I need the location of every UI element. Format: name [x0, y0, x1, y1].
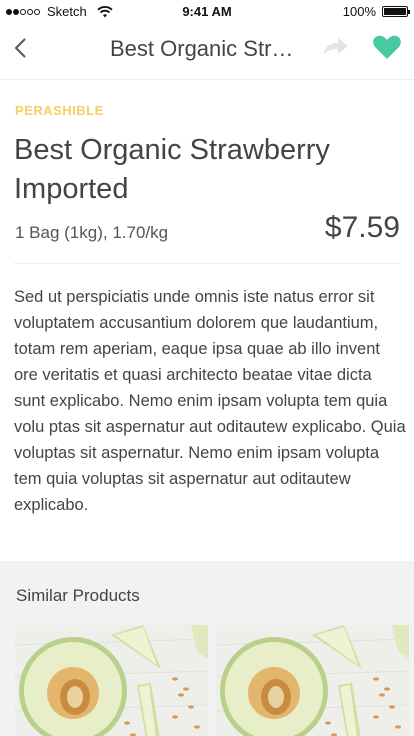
share-arrow-icon[interactable] — [320, 35, 350, 59]
product-description: Sed ut perspiciatis unde omnis iste natu… — [14, 288, 406, 514]
similar-product-card[interactable] — [15, 625, 208, 736]
section-title: Similar Products — [16, 586, 140, 605]
carrier-signal: Sketch — [6, 4, 113, 19]
melon-image — [216, 625, 409, 736]
similar-products-section: Similar Products — [0, 561, 414, 736]
perishable-tag: PERASHIBLE — [15, 103, 104, 118]
battery-icon — [382, 6, 410, 17]
battery-percent: 100% — [342, 4, 376, 19]
wifi-icon — [97, 5, 113, 17]
divider — [14, 263, 400, 264]
battery-status: 100% — [342, 4, 410, 19]
carrier-name: Sketch — [47, 4, 87, 19]
nav-title: Best Organic Stra... — [110, 36, 300, 61]
product-quantity: 1 Bag (1kg), 1.70/kg — [15, 223, 169, 242]
product-price: $7.59 — [324, 211, 400, 244]
melon-image — [15, 625, 208, 736]
similar-product-card[interactable] — [216, 625, 409, 736]
heart-icon[interactable] — [372, 33, 402, 61]
chevron-left-icon[interactable] — [10, 36, 34, 60]
navigation-bar: Best Organic Stra... — [0, 24, 414, 80]
status-bar: Sketch 9:41 AM 100% — [0, 0, 414, 24]
signal-strength-icon — [6, 8, 40, 15]
product-title: Best Organic Strawberry Imported — [14, 134, 330, 205]
